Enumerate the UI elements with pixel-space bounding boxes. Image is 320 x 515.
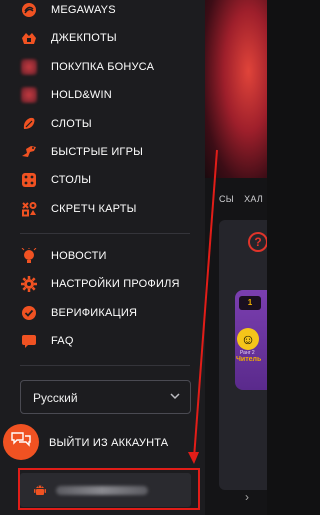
language-selected: Русский [33, 391, 78, 405]
slots-icon [21, 116, 37, 132]
language-select[interactable]: Русский [20, 380, 191, 414]
help-icon[interactable]: ? [248, 232, 267, 252]
menu-item-label: HOLD&WIN [51, 89, 112, 101]
level-badge: 1 [239, 296, 261, 310]
menu-item-fast-games[interactable]: БЫСТРЫЕ ИГРЫ [0, 138, 205, 166]
level-title: Читель [236, 356, 262, 363]
chat-icon [11, 431, 31, 454]
menu-item-label: ПОКУПКА БОНУСА [51, 61, 155, 73]
jackpot-icon [21, 30, 37, 46]
megaways-icon [21, 2, 37, 18]
background-panel: ? 1 ☺ Ранг 2 Читель [219, 220, 267, 490]
menu-item-label: СЛОТЫ [51, 118, 92, 130]
divider [20, 365, 190, 366]
background-tab[interactable]: ХАЛ [244, 194, 263, 204]
bonus-buy-icon [21, 59, 37, 75]
menu-item-label: ВЕРИФИКАЦИЯ [51, 307, 138, 319]
menu-item-slots[interactable]: СЛОТЫ [0, 110, 205, 138]
news-icon [21, 248, 37, 264]
divider [20, 233, 190, 234]
gear-icon [21, 276, 37, 292]
fast-games-icon [21, 144, 37, 160]
scratch-cards-icon [21, 201, 37, 217]
menu-item-label: СТОЛЫ [51, 174, 92, 186]
emoji-icon: ☺ [237, 328, 259, 350]
background-tab[interactable]: СЫ [219, 194, 234, 204]
menu-item-jackpots[interactable]: ДЖЕКПОТЫ [0, 24, 205, 52]
menu-item-label: СКРЕТЧ КАРТЫ [51, 203, 137, 215]
background-tabs: СЫ ХАЛ [205, 186, 267, 212]
background-banner [205, 0, 267, 178]
faq-icon [21, 333, 37, 349]
menu-item-label: FAQ [51, 335, 74, 347]
menu-item-verification[interactable]: ВЕРИФИКАЦИЯ [0, 299, 205, 327]
background-page: СЫ ХАЛ ? 1 ☺ Ранг 2 Читель › [205, 0, 267, 515]
menu-item-megaways[interactable]: MEGAWAYS [0, 0, 205, 24]
logout-button[interactable]: ВЫЙТИ ИЗ АККАУНТА [49, 437, 168, 449]
level-card: 1 ☺ Ранг 2 Читель [235, 290, 267, 390]
menu-item-label: БЫСТРЫЕ ИГРЫ [51, 146, 144, 158]
dice-icon [21, 172, 37, 188]
menu-item-news[interactable]: НОВОСТИ [0, 242, 205, 270]
hold-win-icon [21, 87, 37, 103]
menu-item-bonus-buy[interactable]: ПОКУПКА БОНУСА [0, 53, 205, 81]
menu-item-scratch-cards[interactable]: СКРЕТЧ КАРТЫ [0, 195, 205, 223]
menu-item-label: НОВОСТИ [51, 250, 107, 262]
verification-icon [21, 305, 37, 321]
chat-button[interactable] [3, 424, 39, 460]
chevron-down-icon [168, 389, 182, 403]
menu-item-profile-settings[interactable]: НАСТРОЙКИ ПРОФИЛЯ [0, 270, 205, 298]
chevron-right-icon[interactable]: › [245, 490, 249, 504]
menu-item-label: ДЖЕКПОТЫ [51, 32, 117, 44]
menu-item-label: НАСТРОЙКИ ПРОФИЛЯ [51, 278, 180, 290]
highlight-box [18, 468, 200, 510]
menu-item-faq[interactable]: FAQ [0, 327, 205, 355]
menu-item-hold-win[interactable]: HOLD&WIN [0, 81, 205, 109]
menu-item-label: MEGAWAYS [51, 4, 116, 16]
menu-item-tables[interactable]: СТОЛЫ [0, 166, 205, 194]
